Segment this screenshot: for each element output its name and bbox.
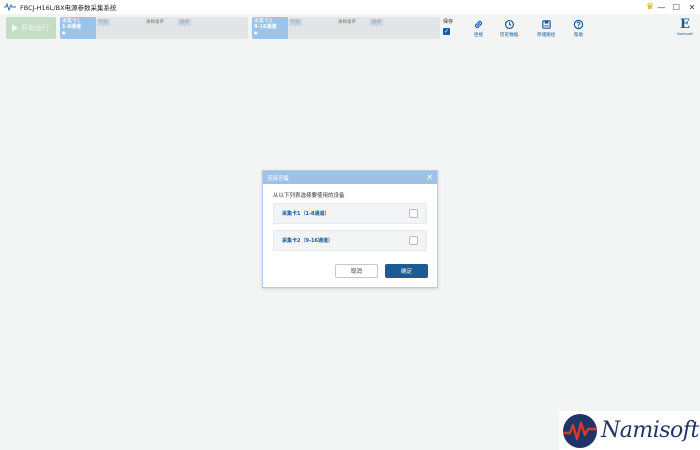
device-option-label: 采集卡1（1-8通道） bbox=[282, 211, 330, 217]
card-panel-2: 采集卡2 9-16通道 ● 时基 采样速率 触发 bbox=[252, 17, 440, 39]
card-indicator-icon: ● bbox=[254, 30, 258, 35]
history-button[interactable]: 历史数据 bbox=[500, 19, 518, 38]
storage-path-button[interactable]: 存储路径 bbox=[537, 19, 555, 38]
connect-label: 连接 bbox=[473, 33, 484, 38]
sample-rate-label: 采样速率 bbox=[338, 20, 356, 25]
dialog-title: 连接设备 bbox=[267, 175, 290, 182]
history-icon bbox=[504, 19, 514, 30]
brand-logo: E Namisoft bbox=[676, 18, 694, 42]
card-indicator-icon: ● bbox=[62, 30, 66, 35]
start-button-label: 开始运行 bbox=[21, 24, 49, 32]
timebase-chip[interactable]: 时基 bbox=[289, 19, 302, 26]
help-button[interactable]: 帮助 bbox=[573, 19, 584, 38]
sample-rate-label: 采样速率 bbox=[146, 20, 164, 25]
history-label: 历史数据 bbox=[500, 33, 519, 38]
storage-path-label: 存储路径 bbox=[537, 33, 556, 38]
device-checkbox[interactable] bbox=[409, 236, 418, 245]
namisoft-logo-icon bbox=[563, 413, 597, 448]
maximize-button[interactable]: ☐ bbox=[669, 0, 684, 14]
help-label: 帮助 bbox=[573, 33, 584, 38]
save-label: 保存 bbox=[443, 19, 454, 25]
device-option-label: 采集卡2（9-16通道） bbox=[282, 238, 333, 244]
ok-button[interactable]: 确定 bbox=[385, 264, 428, 278]
card-tag-2[interactable]: 采集卡2 9-16通道 ● bbox=[252, 17, 288, 39]
start-button[interactable]: 开始运行 bbox=[6, 17, 56, 39]
save-group: 保存 ✓ bbox=[443, 18, 457, 35]
dialog-prompt: 从以下列表选择要使用的设备 bbox=[273, 193, 345, 199]
device-option-1[interactable]: 采集卡1（1-8通道） bbox=[273, 203, 427, 224]
cancel-button[interactable]: 取消 bbox=[335, 264, 378, 278]
logo-caption: Namisoft bbox=[677, 32, 693, 36]
storage-icon bbox=[541, 20, 551, 29]
watermark-text: Namisoft bbox=[601, 418, 699, 443]
watermark: Namisoft bbox=[559, 411, 700, 450]
crown-icon[interactable]: ♛ bbox=[646, 2, 654, 12]
trigger-chip[interactable]: 触发 bbox=[178, 19, 191, 26]
close-icon[interactable]: ✕ bbox=[426, 173, 433, 182]
dialog-header: 连接设备 ✕ bbox=[263, 171, 437, 184]
card-tag-1[interactable]: 采集卡1 1-8通道 ● bbox=[60, 17, 96, 39]
close-button[interactable]: ✕ bbox=[684, 0, 700, 14]
link-icon bbox=[474, 20, 483, 29]
device-option-2[interactable]: 采集卡2（9-16通道） bbox=[273, 230, 427, 251]
trigger-chip[interactable]: 触发 bbox=[370, 19, 383, 26]
save-checkbox[interactable]: ✓ bbox=[443, 28, 450, 35]
title-bar: FBCJ-H16L/BX电源参数采集系统 ♛ — ☐ ✕ bbox=[0, 0, 700, 14]
timebase-chip[interactable]: 时基 bbox=[97, 19, 110, 26]
connect-device-dialog: 连接设备 ✕ 从以下列表选择要使用的设备 采集卡1（1-8通道） 采集卡2（9-… bbox=[262, 170, 438, 288]
logo-letter: E bbox=[680, 17, 690, 32]
play-icon bbox=[12, 24, 18, 32]
help-icon bbox=[573, 19, 584, 30]
device-checkbox[interactable] bbox=[409, 209, 418, 218]
window-title: FBCJ-H16L/BX电源参数采集系统 bbox=[20, 4, 117, 12]
toolbar: 开始运行 采集卡1 1-8通道 ● 时基 采样速率 触发 采集卡2 9-16通道… bbox=[0, 14, 700, 44]
minimize-button[interactable]: — bbox=[654, 0, 669, 14]
connect-button[interactable]: 连接 bbox=[473, 19, 484, 38]
waveform-icon bbox=[4, 2, 16, 12]
card-panel-1: 采集卡1 1-8通道 ● 时基 采样速率 触发 bbox=[60, 17, 248, 39]
